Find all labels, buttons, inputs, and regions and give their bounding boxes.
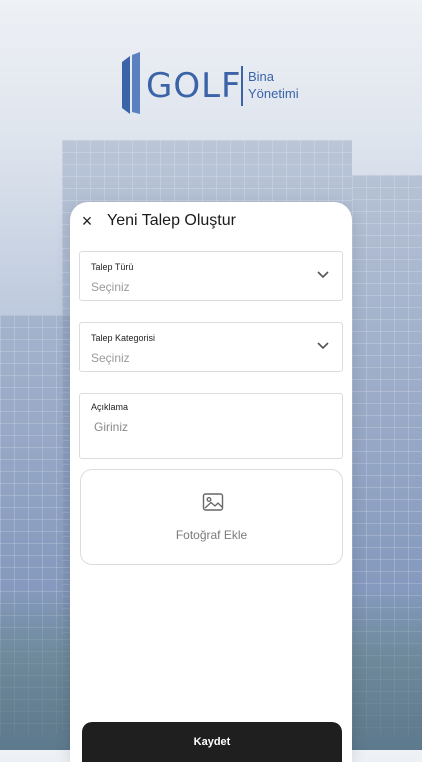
save-button-label: Kaydet	[193, 736, 231, 748]
brand-logo: GOLF Bina Yönetimi	[122, 52, 312, 118]
field-label: Talep Türü	[91, 262, 134, 272]
chevron-down-icon	[317, 342, 329, 350]
field-placeholder: Seçiniz	[91, 280, 130, 294]
close-icon[interactable]: ×	[78, 212, 96, 230]
brand-subtitle-line1: Bina	[248, 69, 275, 84]
save-button[interactable]: Kaydet	[82, 722, 342, 762]
brand-subtitle: Bina Yönetimi	[248, 68, 299, 102]
logo-divider	[241, 66, 243, 106]
page-title: Yeni Talep Oluştur	[107, 212, 236, 229]
image-icon	[202, 493, 224, 511]
add-photo-label: Fotoğraf Ekle	[175, 528, 248, 542]
new-request-card: × Yeni Talep Oluştur Talep Türü Seçiniz …	[70, 202, 352, 762]
add-photo-button[interactable]: Fotoğraf Ekle	[80, 469, 343, 565]
request-type-select[interactable]: Talep Türü Seçiniz	[79, 251, 343, 301]
description-textarea[interactable]: Açıklama Giriniz	[79, 393, 343, 459]
field-placeholder: Seçiniz	[91, 351, 130, 365]
brand-name: GOLF	[146, 66, 242, 106]
chevron-down-icon	[317, 271, 329, 279]
field-placeholder: Giriniz	[94, 420, 129, 434]
field-label: Açıklama	[91, 402, 129, 412]
card-header: × Yeni Talep Oluştur	[70, 202, 352, 242]
logo-mark-icon	[122, 52, 140, 114]
field-label: Talep Kategorisi	[91, 333, 156, 343]
brand-subtitle-line2: Yönetimi	[248, 86, 299, 101]
request-category-select[interactable]: Talep Kategorisi Seçiniz	[79, 322, 343, 372]
